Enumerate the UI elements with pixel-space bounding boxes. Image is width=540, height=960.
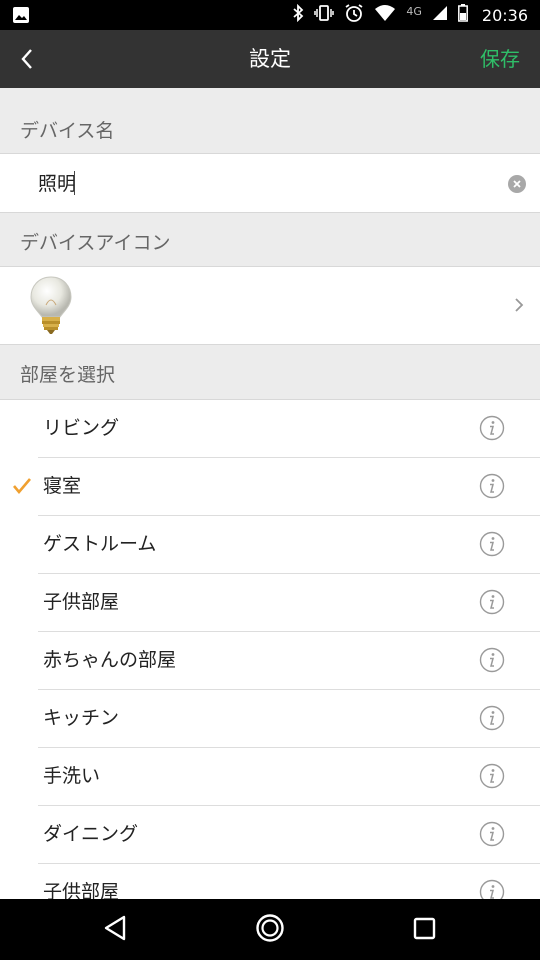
wifi-icon	[374, 4, 396, 26]
info-button[interactable]	[479, 647, 505, 673]
section-device-icon: デバイスアイコン	[0, 213, 540, 267]
nav-home-button[interactable]	[255, 913, 285, 947]
room-item-guest-room[interactable]: ゲストルーム	[0, 516, 540, 574]
section-room-select: 部屋を選択	[0, 345, 540, 400]
app-header: 設定 保存	[0, 30, 540, 88]
room-label: ゲストルーム	[43, 533, 157, 555]
nav-back-button[interactable]	[102, 913, 128, 947]
nav-recents-button[interactable]	[413, 917, 437, 945]
info-icon	[479, 705, 505, 731]
room-item-baby-room[interactable]: 赤ちゃんの部屋	[0, 632, 540, 690]
chevron-right-icon	[514, 296, 524, 318]
info-icon	[479, 647, 505, 673]
info-icon	[479, 763, 505, 789]
info-icon	[479, 473, 505, 499]
info-button[interactable]	[479, 415, 505, 441]
section-room-select-label: 部屋を選択	[20, 364, 116, 386]
room-item-kitchen[interactable]: キッチン	[0, 690, 540, 748]
section-device-icon-label: デバイスアイコン	[20, 232, 171, 254]
room-item-bedroom[interactable]: 寝室	[0, 458, 540, 516]
room-label: 赤ちゃんの部屋	[43, 649, 177, 671]
alarm-icon	[344, 3, 364, 27]
clear-icon	[513, 180, 521, 188]
vibrate-icon	[314, 4, 335, 26]
room-label: ダイニング	[43, 823, 139, 845]
info-button[interactable]	[479, 473, 505, 499]
info-button[interactable]	[479, 531, 505, 557]
checkmark-icon	[12, 476, 32, 500]
room-label: 手洗い	[43, 765, 101, 787]
info-icon	[479, 531, 505, 557]
status-bar: 4G 20:36	[0, 0, 540, 30]
network-type: 4G	[406, 4, 422, 18]
info-icon	[479, 589, 505, 615]
image-icon	[12, 6, 30, 28]
room-label: 子供部屋	[43, 591, 120, 613]
bluetooth-icon	[292, 3, 304, 26]
section-device-name-label: デバイス名	[20, 120, 115, 142]
info-button[interactable]	[479, 763, 505, 789]
device-icon-row[interactable]	[0, 267, 540, 345]
room-item-washroom[interactable]: 手洗い	[0, 748, 540, 806]
room-label: 寝室	[43, 475, 82, 497]
info-icon	[479, 415, 505, 441]
info-button[interactable]	[479, 705, 505, 731]
room-list: リビング 寝室 ゲストルーム 子供部屋 赤ちゃんの部屋 キッチン 手洗い ダイニ…	[0, 400, 540, 922]
room-label: リビング	[43, 417, 120, 439]
info-button[interactable]	[479, 821, 505, 847]
text-cursor	[74, 171, 75, 195]
status-time: 20:36	[481, 5, 528, 25]
info-icon	[479, 821, 505, 847]
device-name-input[interactable]	[36, 154, 480, 214]
room-item-dining[interactable]: ダイニング	[0, 806, 540, 864]
home-circle-icon	[256, 914, 284, 942]
page-title: 設定	[249, 47, 291, 71]
battery-icon	[457, 4, 468, 26]
room-label: キッチン	[43, 707, 120, 729]
section-device-name: デバイス名	[0, 88, 540, 154]
system-nav-bar	[0, 899, 540, 960]
triangle-back-icon	[104, 915, 126, 941]
room-item-living[interactable]: リビング	[0, 400, 540, 458]
clear-input-button[interactable]	[508, 175, 526, 193]
signal-icon	[432, 5, 448, 25]
device-name-row	[0, 154, 540, 214]
info-button[interactable]	[479, 589, 505, 615]
light-bulb-icon	[28, 275, 74, 339]
room-item-kids-room[interactable]: 子供部屋	[0, 574, 540, 632]
recents-square-icon	[413, 917, 436, 940]
save-button[interactable]: 保存	[480, 30, 520, 88]
